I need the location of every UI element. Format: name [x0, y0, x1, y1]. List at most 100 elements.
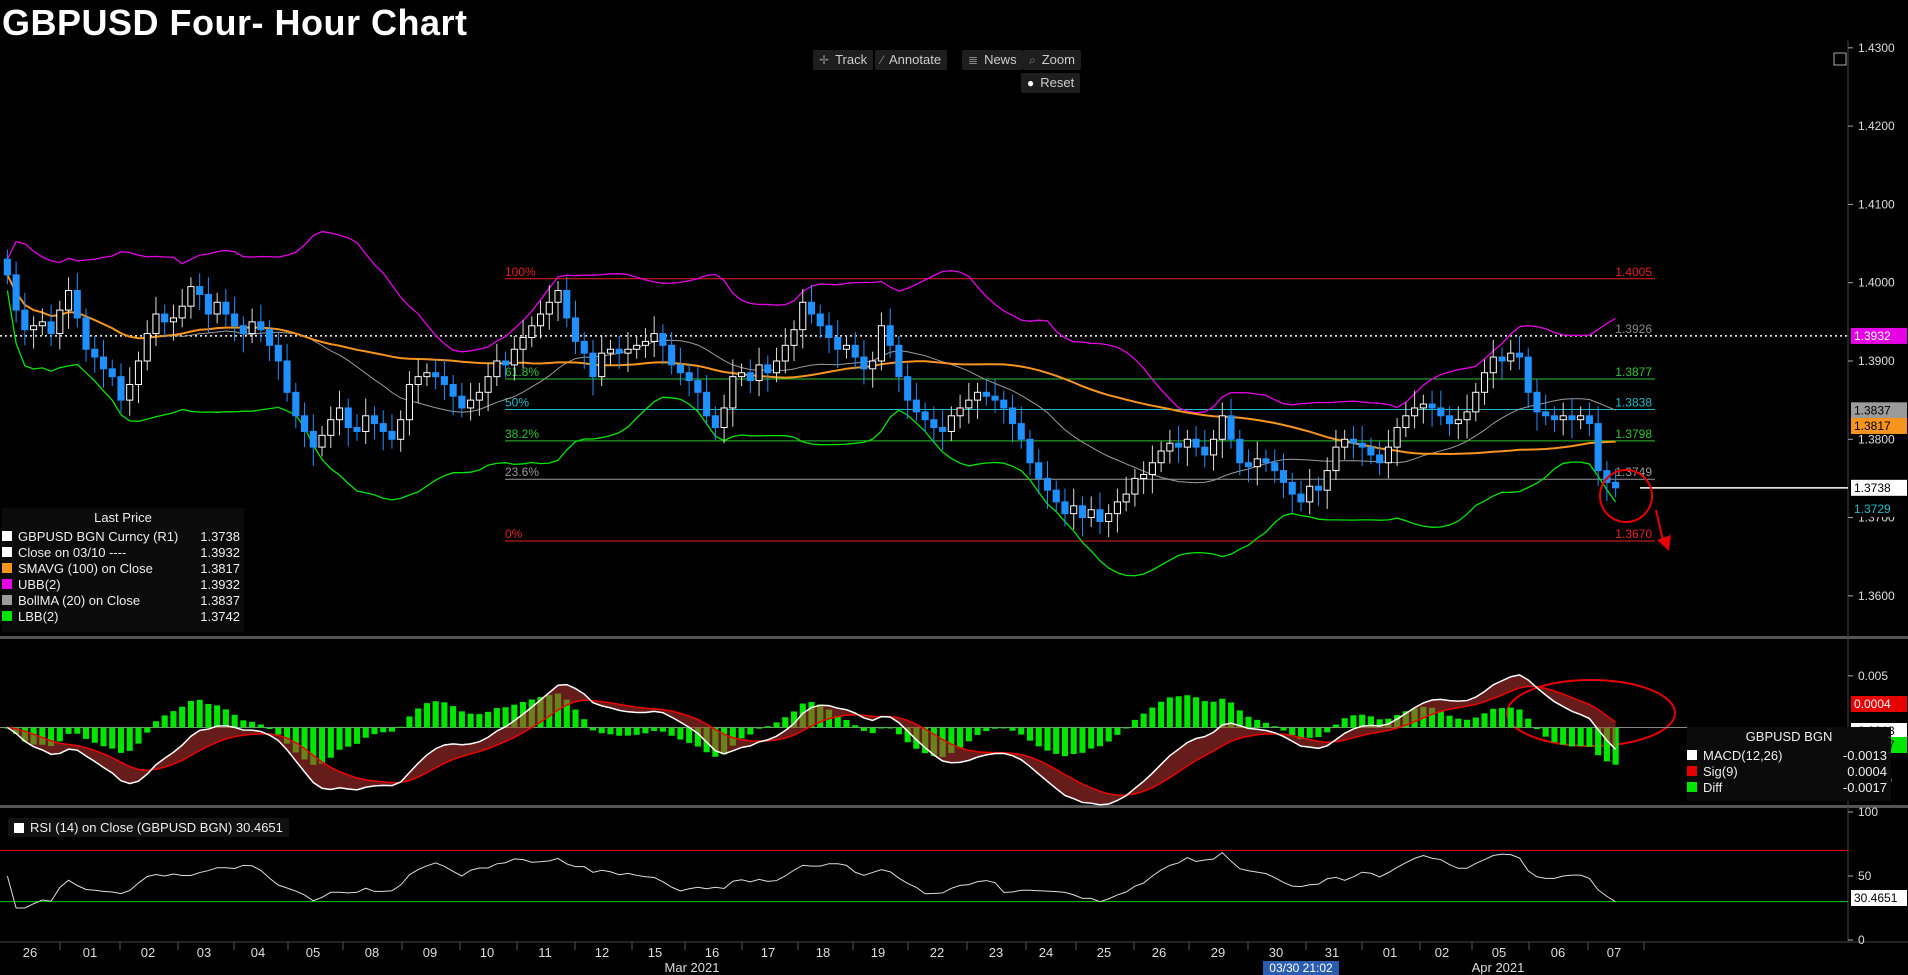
legend-name: MACD(12,26): [1703, 747, 1783, 763]
candle-body: [554, 290, 562, 303]
candle-body: [589, 352, 597, 378]
price-axis-label: 1.4300: [1858, 41, 1895, 55]
macd-histogram-bar: [843, 719, 850, 728]
candle-body: [30, 325, 38, 331]
macd-histogram-bar: [616, 727, 623, 736]
x-axis-day-label: 26: [23, 945, 37, 960]
x-axis-day-label: 01: [1383, 945, 1397, 960]
candle-body: [458, 395, 466, 409]
candle-body: [440, 376, 448, 385]
macd-histogram-bar: [887, 727, 894, 729]
candle-body: [729, 376, 737, 409]
candle-body: [231, 313, 239, 327]
candle-body: [1105, 513, 1113, 522]
macd-histogram-bar: [1053, 727, 1060, 754]
candle-body: [685, 372, 693, 382]
macd-histogram-bar: [327, 727, 334, 758]
legend-swatch: [2, 547, 12, 557]
macd-histogram-bar: [659, 727, 666, 732]
reset-button[interactable]: ● Reset: [1021, 73, 1081, 93]
macd-histogram-bar: [1079, 727, 1086, 753]
candle-body: [239, 325, 247, 335]
legend-swatch: [2, 595, 12, 605]
candle-body: [1113, 501, 1121, 515]
macd-histogram-bar: [1498, 708, 1506, 728]
macd-histogram-bar: [852, 725, 859, 728]
macd-histogram-bar: [205, 703, 212, 728]
candle-body: [668, 344, 676, 366]
candle-body: [405, 383, 413, 421]
macd-histogram-bar: [117, 727, 125, 753]
candle-body: [1201, 446, 1209, 456]
candle-body: [703, 391, 711, 417]
fib-pct-label: 0%: [505, 527, 523, 541]
candle-body: [432, 372, 440, 378]
x-axis-day-label: 07: [1607, 945, 1621, 960]
macd-histogram-bar: [747, 727, 754, 735]
macd-histogram-bar: [581, 719, 588, 728]
candle-body: [633, 344, 641, 350]
legend-value: 1.3738: [200, 528, 240, 544]
macd-histogram-bar: [82, 727, 90, 739]
candle-body: [606, 348, 615, 354]
rsi-line: [6, 851, 1616, 909]
macd-histogram-bar: [371, 727, 378, 735]
reset-label: Reset: [1040, 75, 1075, 90]
annotate-button[interactable]: ⁄ Annotate: [875, 50, 948, 70]
macd-histogram-bar: [467, 713, 474, 728]
macd-histogram-bar: [345, 727, 352, 747]
fib-pct-label: 23.6%: [505, 465, 539, 479]
candle-body: [187, 286, 195, 307]
candle-body: [204, 293, 212, 315]
candle-body: [449, 383, 457, 397]
legend-name: SMAVG (100) on Close: [18, 560, 153, 576]
macd-histogram-bar: [860, 727, 868, 731]
x-axis-day-label: 17: [761, 945, 775, 960]
track-button[interactable]: ✛ Track: [813, 50, 874, 70]
legend-name: Close on 03/10 ----: [18, 544, 127, 560]
candle-body: [772, 360, 781, 374]
candle-body: [807, 301, 816, 315]
magnifier-icon: ⌕: [1029, 53, 1036, 67]
macd-histogram-bar: [1516, 709, 1523, 728]
macd-histogram-bar: [1070, 727, 1077, 754]
macd-histogram-bar: [1507, 707, 1514, 728]
news-button[interactable]: ≣ News: [962, 50, 1023, 70]
track-label: Track: [835, 52, 868, 67]
candle-body: [825, 325, 833, 339]
x-axis-day-label: 10: [480, 945, 494, 960]
macd-histogram-bar: [493, 708, 500, 728]
candle-body: [598, 352, 606, 378]
candle-body: [1096, 509, 1104, 522]
fib-value-label: 1.4005: [1615, 265, 1652, 279]
macd-histogram-bar: [1193, 697, 1200, 728]
macd-histogram-bar: [1201, 701, 1208, 728]
macd-histogram-bar: [869, 727, 876, 734]
candle-body: [283, 360, 291, 393]
zoom-button[interactable]: ⌕ Zoom: [1023, 50, 1081, 70]
candle-body: [1035, 462, 1043, 479]
candle-body: [1402, 415, 1410, 429]
macd-histogram-bar: [1149, 707, 1156, 728]
candle-body: [886, 325, 894, 346]
candle-body: [1524, 356, 1532, 393]
candle-body: [12, 274, 20, 311]
legend-row: Sig(9) 0.0004: [1687, 763, 1891, 779]
price-axis-label: 1.4200: [1858, 119, 1895, 133]
panel-divider: [0, 636, 1908, 639]
macd-histogram-bar: [1455, 718, 1462, 728]
macd-histogram-bar: [1463, 719, 1471, 728]
candle-body: [222, 301, 230, 315]
rsi-axis-label: 100: [1858, 805, 1878, 819]
legend-name: LBB(2): [18, 608, 59, 624]
candle-body: [1218, 415, 1226, 440]
candle-body: [764, 364, 772, 374]
candle-body: [834, 337, 842, 350]
macd-histogram-bar: [249, 721, 256, 728]
x-axis-day-label: 02: [141, 945, 155, 960]
macd-histogram-bar: [1035, 727, 1042, 747]
candle-body: [536, 313, 545, 327]
candle-body: [1480, 372, 1489, 393]
macd-histogram-bar: [677, 727, 684, 740]
candle-body: [755, 364, 763, 382]
